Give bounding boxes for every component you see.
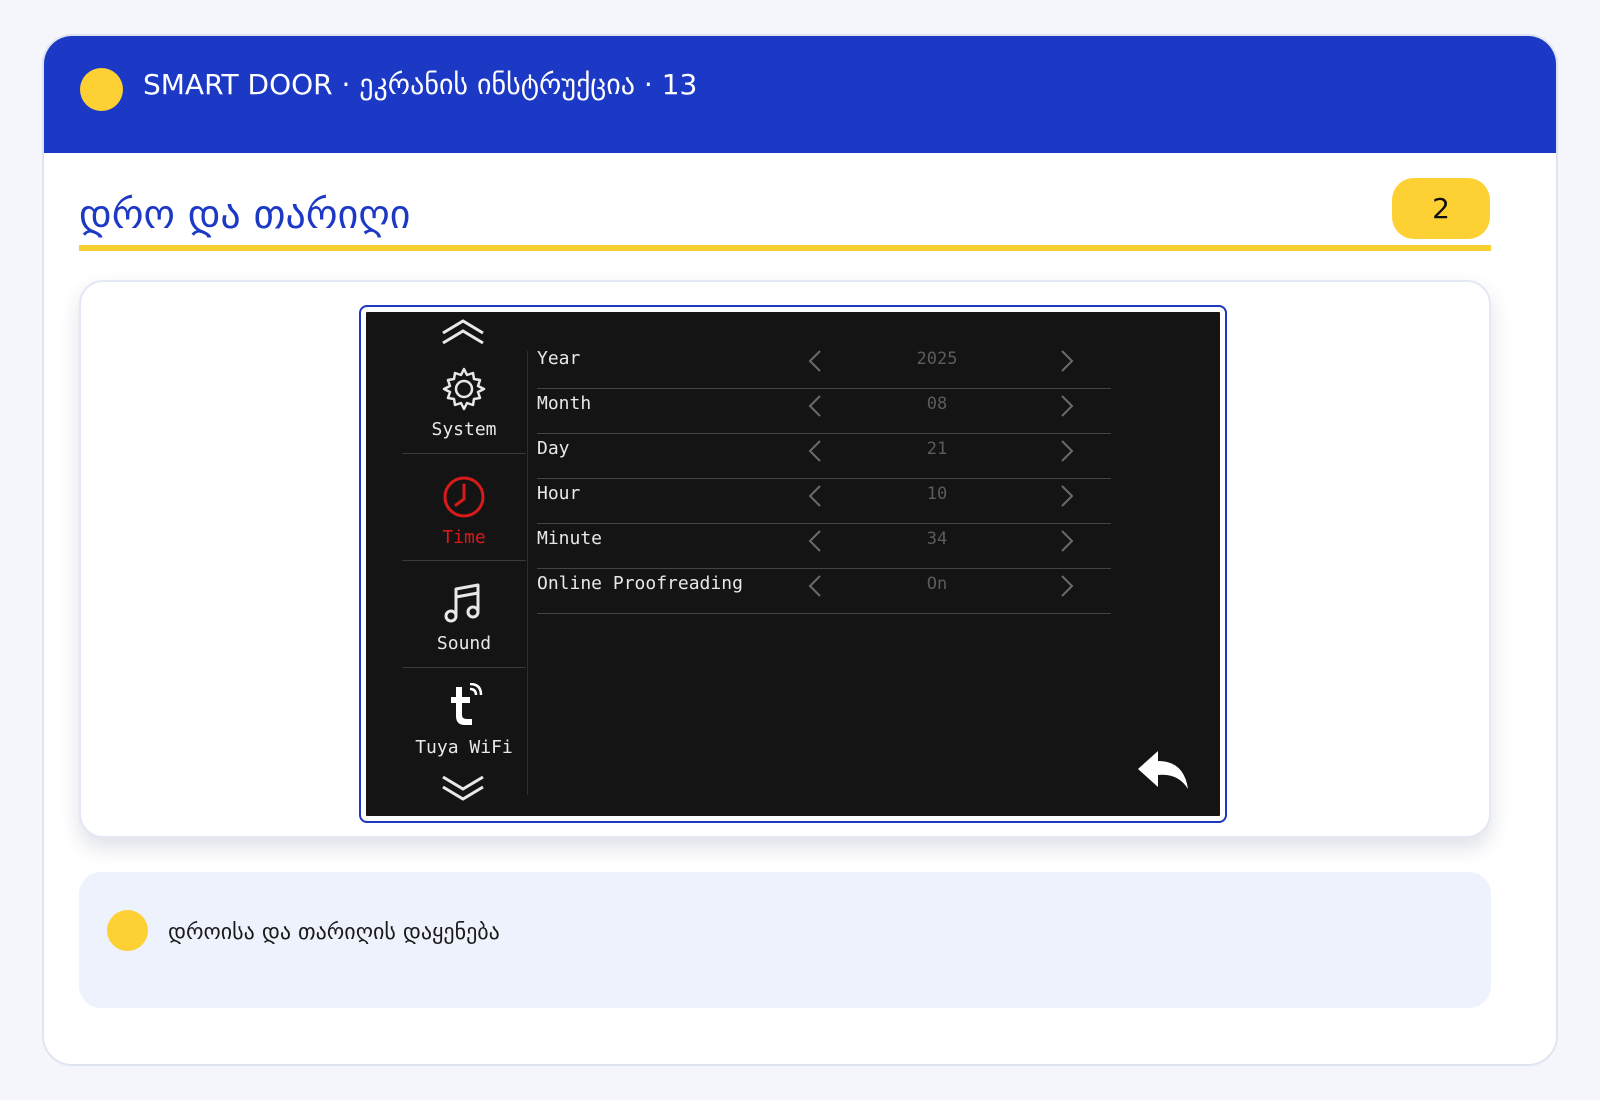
- sidebar-item-label: System: [431, 419, 497, 440]
- chevron-right-icon[interactable]: [1057, 574, 1077, 598]
- music-note-icon: [444, 583, 480, 623]
- row-divider: [537, 613, 1111, 614]
- note-dot-icon: [107, 910, 148, 951]
- sidebar-item-sound[interactable]: Sound: [401, 579, 527, 654]
- clock-icon: [443, 476, 485, 518]
- heading-underline: [79, 245, 1491, 251]
- chevron-right-icon[interactable]: [1057, 394, 1077, 418]
- scroll-up-icon[interactable]: [439, 317, 487, 347]
- setting-value: On: [926, 574, 948, 594]
- tuya-logo-icon: [451, 683, 483, 725]
- header-title: SMART DOOR · ეკრანის ინსტრუქცია · 13: [143, 68, 698, 101]
- setting-label: Year: [537, 348, 581, 369]
- chevron-left-icon[interactable]: [805, 484, 825, 508]
- setting-row-day: Day 21: [537, 433, 1111, 479]
- chevron-right-icon[interactable]: [1057, 439, 1077, 463]
- chevron-right-icon[interactable]: [1057, 349, 1077, 373]
- note-text: დროისა და თარიღის დაყენება: [168, 920, 500, 945]
- setting-label: Online Proofreading: [537, 573, 743, 594]
- sidebar-divider: [402, 453, 526, 454]
- sidebar-item-system[interactable]: System: [401, 365, 527, 440]
- chevron-right-icon[interactable]: [1057, 529, 1077, 553]
- setting-value: 21: [926, 439, 948, 459]
- sidebar-item-label: Sound: [436, 633, 492, 654]
- instruction-note: დროისა და თარიღის დაყენება: [79, 872, 1491, 1008]
- setting-row-online-proofreading: Online Proofreading On: [537, 568, 1111, 614]
- chevron-left-icon[interactable]: [805, 529, 825, 553]
- chevron-right-icon[interactable]: [1057, 484, 1077, 508]
- chevron-left-icon[interactable]: [805, 439, 825, 463]
- chevron-left-icon[interactable]: [805, 574, 825, 598]
- setting-value: 2025: [916, 349, 958, 369]
- setting-label: Day: [537, 438, 570, 459]
- header-bar: SMART DOOR · ეკრანის ინსტრუქცია · 13: [44, 36, 1556, 153]
- sidebar-divider: [402, 667, 526, 668]
- setting-label: Hour: [537, 483, 581, 504]
- sidebar-item-label: Time: [442, 527, 486, 548]
- sidebar-item-tuya-wifi[interactable]: Tuya WiFi: [401, 683, 527, 758]
- sidebar-border: [527, 351, 528, 795]
- setting-value: 34: [926, 529, 948, 549]
- sidebar-item-label: Tuya WiFi: [415, 737, 513, 758]
- scroll-down-icon[interactable]: [439, 773, 487, 803]
- header-dot-icon: [80, 68, 123, 111]
- setting-row-hour: Hour 10: [537, 478, 1111, 524]
- setting-row-year: Year 2025: [537, 343, 1111, 389]
- chevron-left-icon[interactable]: [805, 349, 825, 373]
- setting-value: 08: [926, 394, 948, 414]
- setting-value: 10: [926, 484, 948, 504]
- setting-row-minute: Minute 34: [537, 523, 1111, 569]
- setting-label: Month: [537, 393, 592, 414]
- step-number-badge: 2: [1392, 178, 1490, 239]
- setting-row-month: Month 08: [537, 388, 1111, 434]
- chevron-left-icon[interactable]: [805, 394, 825, 418]
- setting-label: Minute: [537, 528, 603, 549]
- device-screen: System Time Sound Tuya WiFi Year 2025 Mo…: [359, 305, 1227, 823]
- gear-icon: [442, 367, 486, 411]
- sidebar-divider: [402, 560, 526, 561]
- sidebar-item-time[interactable]: Time: [401, 473, 527, 548]
- back-arrow-icon[interactable]: [1134, 747, 1192, 795]
- section-heading: დრო და თარიღი: [79, 192, 411, 238]
